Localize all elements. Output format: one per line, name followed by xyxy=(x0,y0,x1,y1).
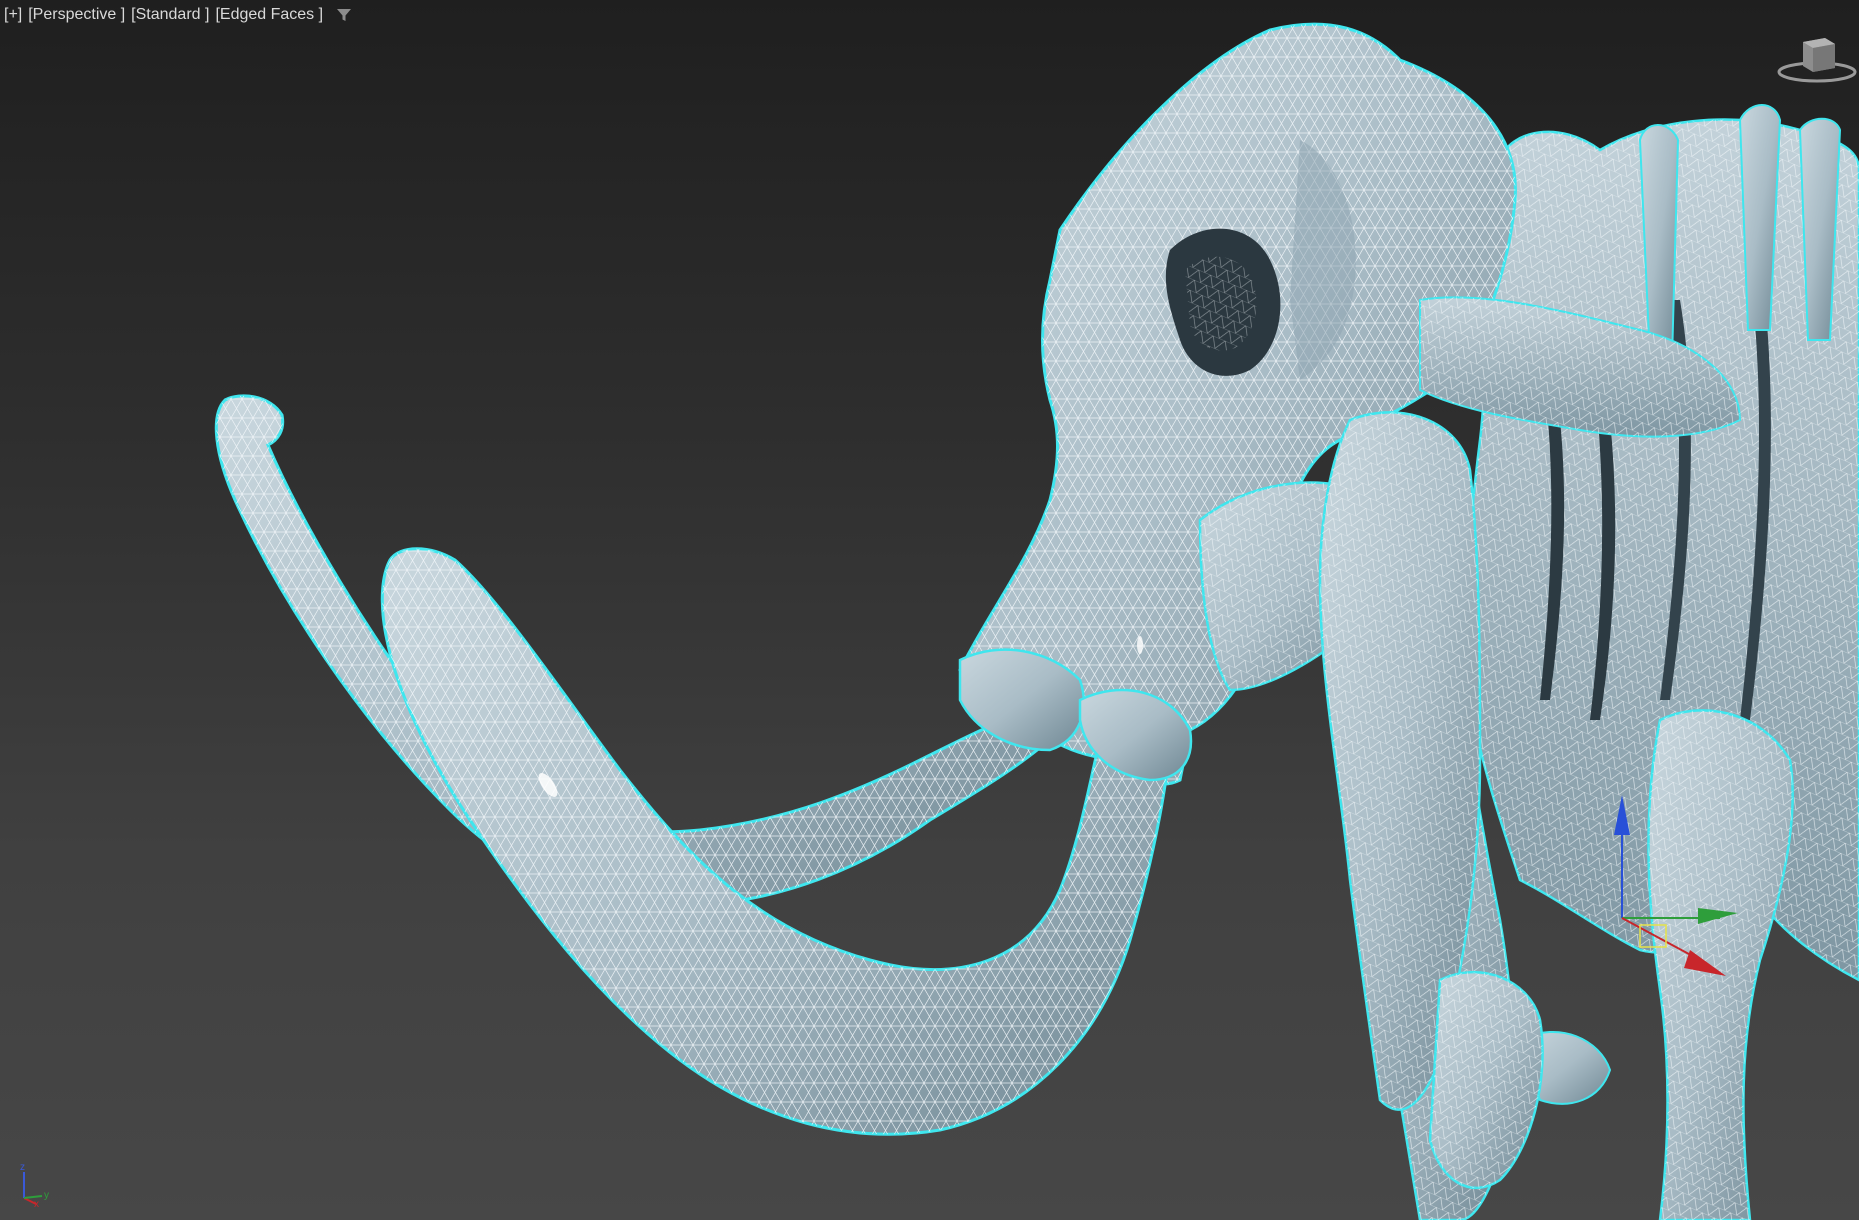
funnel-filter-icon[interactable] xyxy=(335,6,353,24)
axis-tripod-icon: z x y xyxy=(16,1158,60,1210)
axis-y-label: y xyxy=(44,1190,49,1201)
viewcube-icon[interactable] xyxy=(1769,30,1859,90)
shading-label[interactable]: [Standard ] xyxy=(131,6,209,24)
axis-x-label: x xyxy=(34,1199,39,1208)
axis-z-label: z xyxy=(20,1162,25,1173)
point-of-view-label[interactable]: [Perspective ] xyxy=(28,6,125,24)
mammoth-skeleton-mesh[interactable] xyxy=(214,22,1859,1220)
viewport-label-bar: [+] [Perspective ] [Standard ] [Edged Fa… xyxy=(4,6,353,24)
viewport-menu-label[interactable]: [+] xyxy=(4,6,22,24)
scene-canvas[interactable] xyxy=(0,0,1859,1220)
perspective-viewport[interactable]: [+] [Perspective ] [Standard ] [Edged Fa… xyxy=(0,0,1859,1220)
display-mode-label[interactable]: [Edged Faces ] xyxy=(215,6,323,24)
